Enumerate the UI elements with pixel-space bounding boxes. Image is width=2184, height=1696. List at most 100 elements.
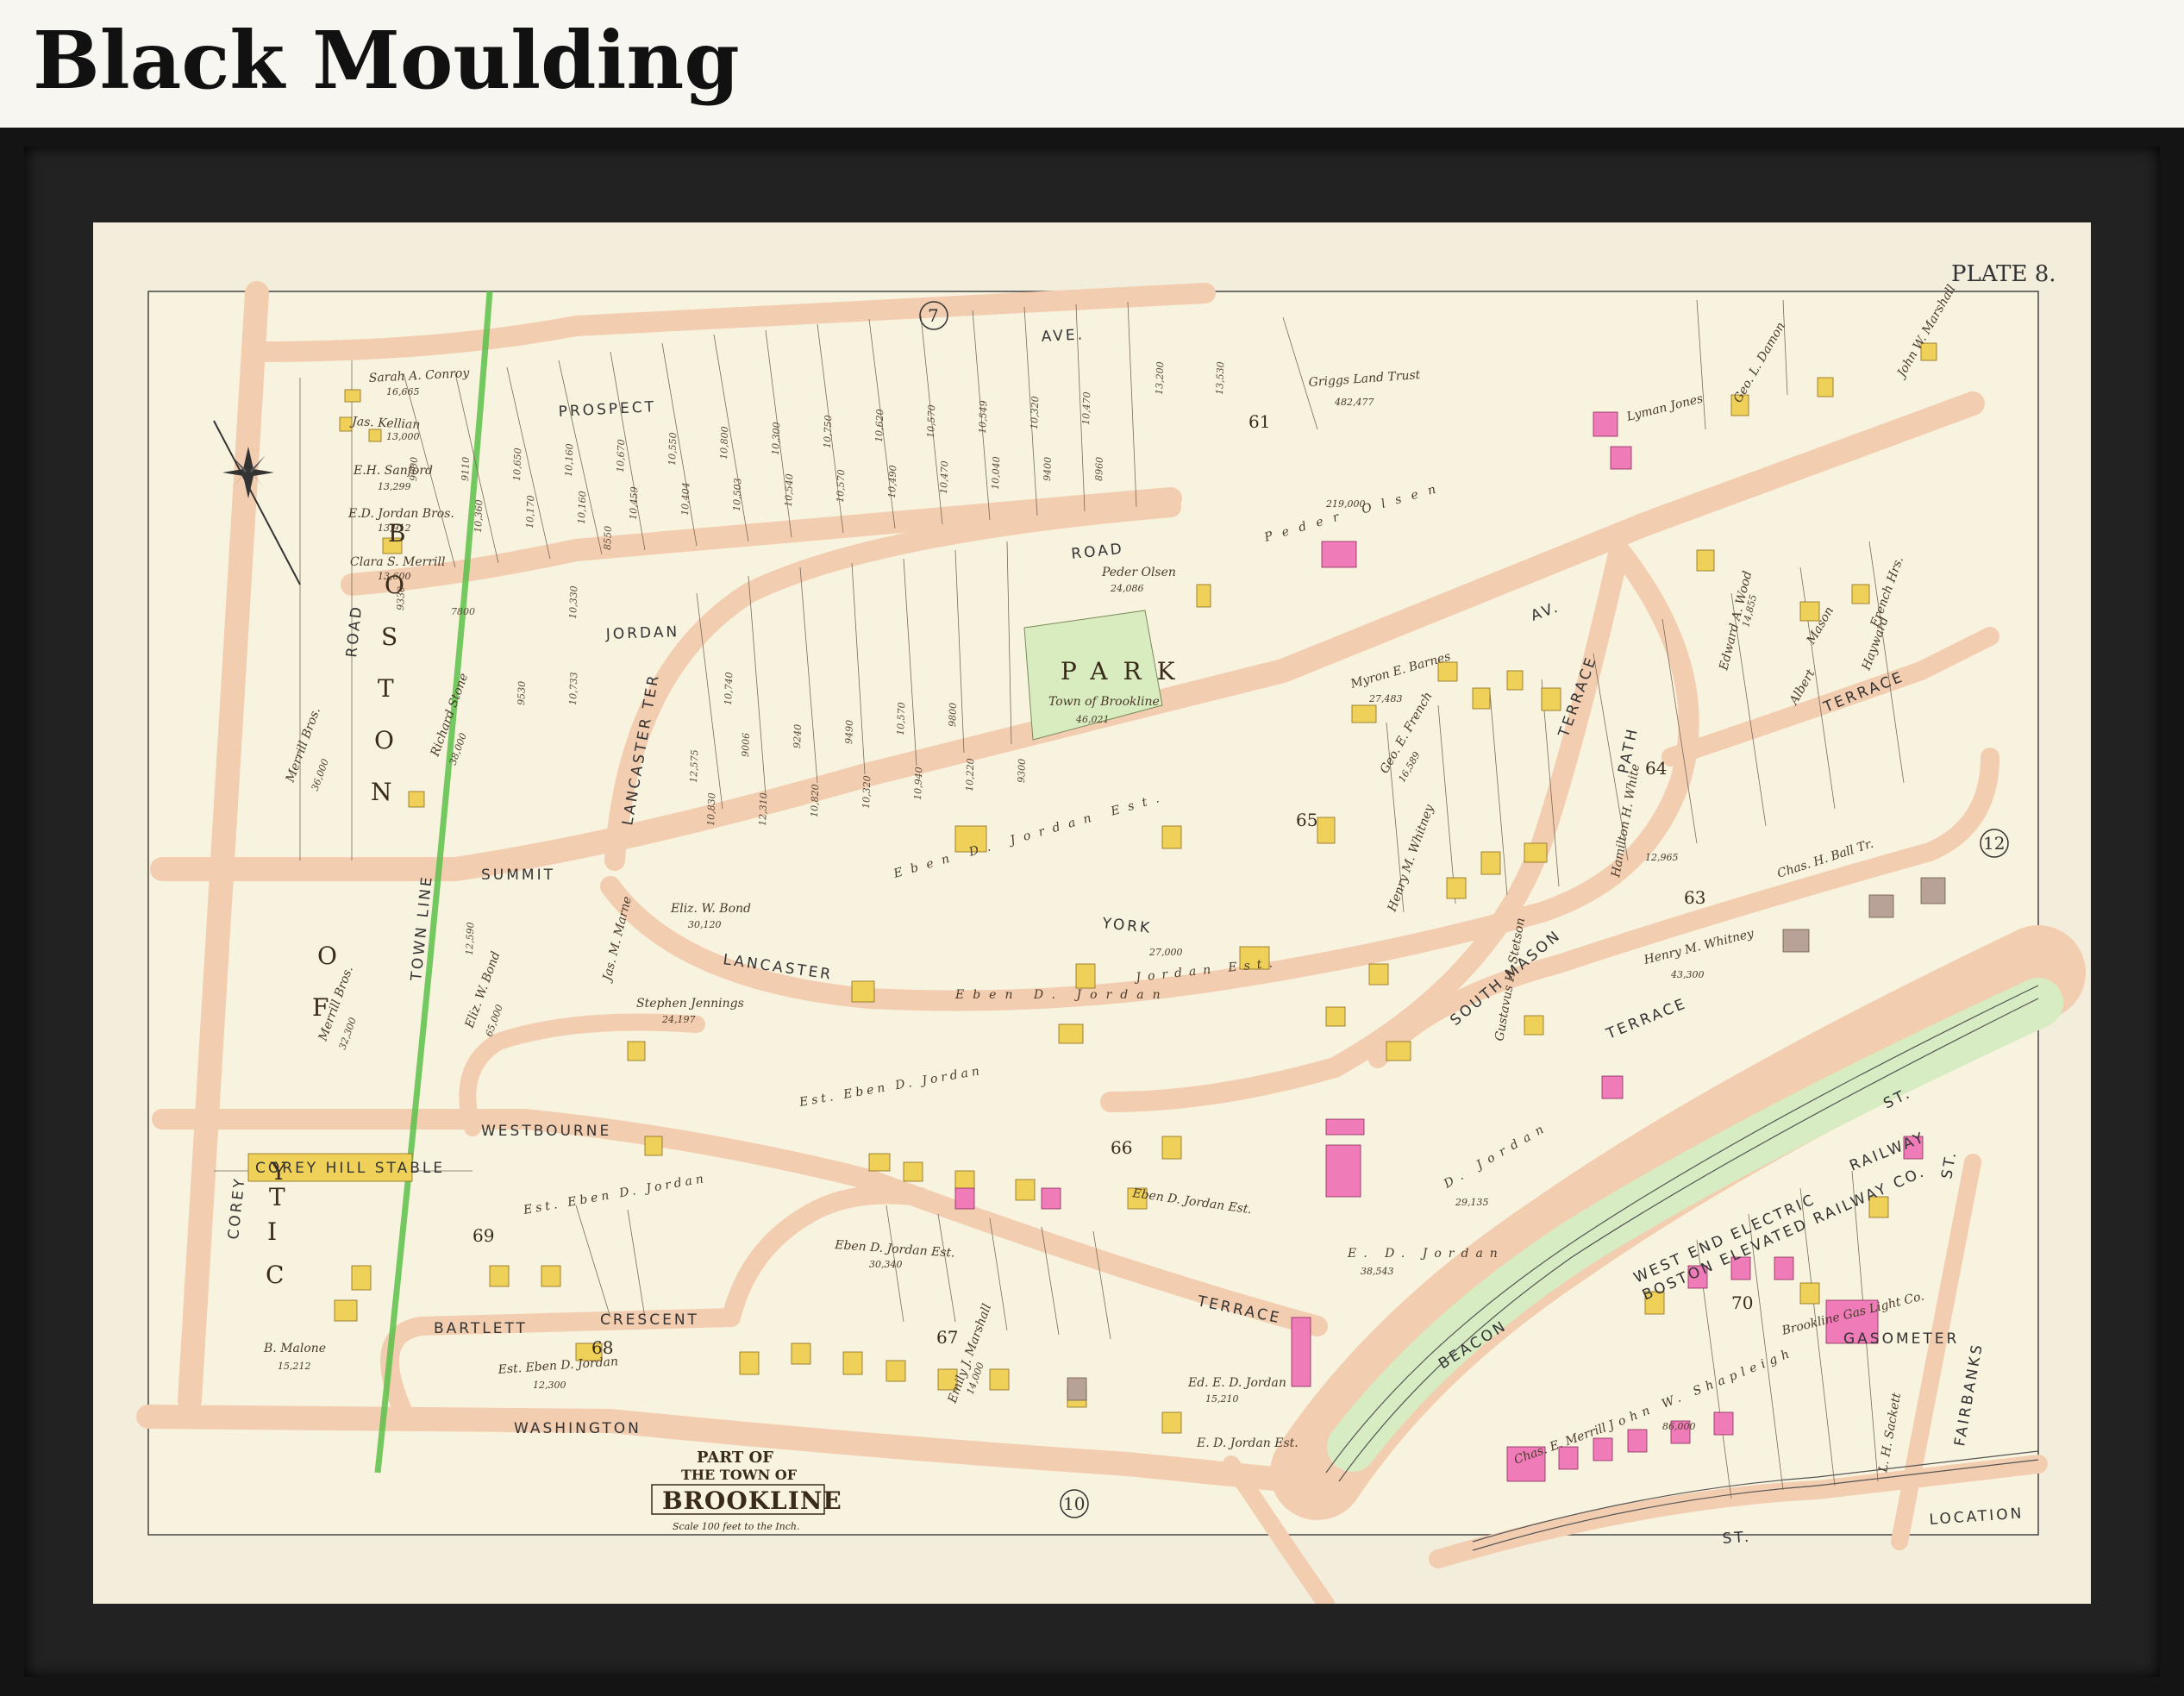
owner-merrill-c-area: 13,600 <box>378 571 411 582</box>
plate-ref-7: 7 <box>928 305 939 326</box>
label-ave: AVE. <box>1041 326 1085 346</box>
owner-eben-jordan: Eben D. Jordan <box>954 988 1169 1002</box>
city-of-letter-o: O <box>317 942 353 970</box>
owner-bond: Eliz. W. Bond <box>670 902 751 916</box>
lot-number: 10,320 <box>860 775 873 809</box>
lot-number: 10,549 <box>977 400 989 434</box>
lot-number: 10,330 <box>567 585 579 619</box>
lot-number: 13,200 <box>1154 361 1166 395</box>
owner-white-area: 12,965 <box>1645 852 1679 863</box>
block-70: 70 <box>1731 1292 1753 1313</box>
label-westbourne: WESTBOURNE <box>481 1123 611 1140</box>
lot-number: 9006 <box>740 733 752 757</box>
owner-jennings-area: 24,197 <box>661 1014 696 1025</box>
lot-number: 12,575 <box>688 749 700 783</box>
owner-ed-jordan-area: 38,543 <box>1361 1266 1394 1277</box>
lot-number: 8550 <box>602 526 614 550</box>
lot-number: 7800 <box>451 606 475 617</box>
block-66: 66 <box>1111 1137 1132 1158</box>
lot-number: 9110 <box>460 457 472 481</box>
owner-merrill-c: Clara S. Merrill <box>350 555 445 569</box>
block-67: 67 <box>936 1327 958 1348</box>
lot-number: 10,470 <box>1080 391 1092 425</box>
cartouche-line3: BROOKLINE <box>662 1486 842 1515</box>
owner-jennings: Stephen Jennings <box>636 997 744 1011</box>
plate-number: PLATE 8. <box>1951 261 2056 287</box>
brookline-plate-map: .st { font-family:"DejaVu Sans", sans-se… <box>93 222 2091 1604</box>
owner-jordan-ed: Ed. E. D. Jordan <box>1187 1376 1286 1390</box>
corey-hill-stable-label: COREY HILL STABLE <box>255 1160 445 1177</box>
lot-number: 10,300 <box>770 422 782 455</box>
owner-jordan-bros: E.D. Jordan Bros. <box>347 507 454 521</box>
lot-number: 12,310 <box>757 792 769 826</box>
page-title: Black Moulding <box>33 14 740 107</box>
owner-whitney-area: 43,300 <box>1670 969 1705 980</box>
lot-number: 10,360 <box>472 499 485 533</box>
lot-number: 10,470 <box>938 460 950 494</box>
city-letter-c: C <box>266 1261 299 1289</box>
label-st-bottom: ST. <box>1722 1529 1752 1548</box>
lot-number: 10,800 <box>718 426 730 460</box>
lot-number: 10,670 <box>615 439 627 473</box>
owner-sanford-area: 13,299 <box>378 481 411 492</box>
lot-number: 10,540 <box>783 473 795 507</box>
label-bartlett: BARTLETT <box>434 1320 528 1337</box>
owner-ed-jordan: E. D. Jordan <box>1347 1247 1505 1261</box>
label-jordan: JORDAN <box>604 623 679 643</box>
lot-number: 10,550 <box>666 432 679 466</box>
owner-peder-area: 219,000 <box>1325 498 1366 510</box>
owner-myron-area: 27,483 <box>1368 693 1403 704</box>
owner-sanford: E.H. Sanford <box>353 464 433 478</box>
block-64: 64 <box>1645 758 1667 779</box>
lot-number: 10,820 <box>809 784 821 817</box>
cartouche-line2: THE TOWN OF <box>681 1467 798 1483</box>
park-name: PARK <box>1061 657 1191 685</box>
cartouche-scale: Scale 100 feet to the Inch. <box>673 1521 800 1532</box>
lot-number: 10,220 <box>964 758 976 792</box>
label-summit: SUMMIT <box>481 867 555 884</box>
lot-number: 9300 <box>1016 759 1028 783</box>
lot-number: 10,570 <box>925 404 937 438</box>
owner-jordan-ed-area: 15,210 <box>1205 1393 1239 1405</box>
owner-peder2-area: 24,086 <box>1110 583 1144 594</box>
lot-number: 10,170 <box>524 495 536 529</box>
lot-number: 10,740 <box>723 672 735 705</box>
lot-number: 10,160 <box>576 491 588 524</box>
lot-number: 10,733 <box>567 672 579 705</box>
lot-number: 8960 <box>1093 457 1105 481</box>
owner-malone: B. Malone <box>263 1342 326 1355</box>
owner-malone-area: 15,212 <box>278 1361 311 1372</box>
plate-ref-10: 10 <box>1063 1493 1085 1514</box>
label-crescent: CRESCENT <box>600 1311 699 1329</box>
lot-number: 10,620 <box>873 409 885 442</box>
owner-peder2: Peder Olsen <box>1101 566 1176 579</box>
lot-number: 10,404 <box>679 482 691 516</box>
boston-letter-s: S <box>381 623 413 651</box>
lot-number: 9530 <box>516 681 528 705</box>
block-63: 63 <box>1684 887 1705 908</box>
lot-number: 9490 <box>843 720 855 744</box>
owner-est-eben3-area: 12,300 <box>533 1380 566 1391</box>
block-65: 65 <box>1296 810 1317 830</box>
gasometer-label: GASOMETER <box>1843 1330 1959 1348</box>
lot-number: 12,590 <box>464 922 476 955</box>
lot-number: 9240 <box>792 724 804 748</box>
lot-number: 10,570 <box>835 469 847 503</box>
lot-number: 10,570 <box>895 702 907 735</box>
lot-number: 10,650 <box>511 447 523 481</box>
owner-bond-area: 30,120 <box>688 919 722 930</box>
lot-number: 10,040 <box>990 456 1002 490</box>
owner-jordan-est-bottom: E. D. Jordan Est. <box>1196 1436 1299 1450</box>
lot-number: 9330 <box>395 586 407 610</box>
park-area-value: 46,021 <box>1075 714 1110 725</box>
lot-number: 9400 <box>1042 457 1054 481</box>
lot-number: 10,503 <box>731 478 743 511</box>
block-61: 61 <box>1248 411 1270 432</box>
owner-jordan-est-area: 27,000 <box>1148 947 1183 958</box>
owner-shapleigh-area: 86,000 <box>1662 1421 1696 1432</box>
lot-number: 9800 <box>947 703 959 727</box>
owner-eben-est-67-area: 30,340 <box>869 1259 903 1270</box>
owner-griggs-area: 482,477 <box>1334 397 1374 408</box>
boston-letter-o2: O <box>374 726 410 754</box>
lot-number: 10,459 <box>628 486 640 520</box>
